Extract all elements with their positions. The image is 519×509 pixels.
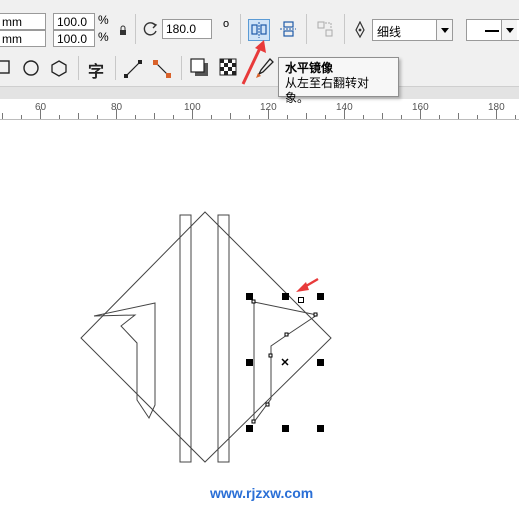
rotation-angle-field[interactable]: 180.0 (162, 19, 212, 39)
outline-width-value: 细线 (377, 25, 402, 39)
object-height-field[interactable]: mm (0, 30, 46, 47)
ellipse-tool-icon[interactable] (22, 59, 40, 77)
ruler-label: 180 (488, 102, 505, 113)
ruler-label: 120 (260, 102, 277, 113)
separator (135, 14, 136, 44)
align-distribute-button[interactable] (315, 19, 337, 41)
connector-tool-icon[interactable] (152, 59, 172, 79)
outline-width-dropdown[interactable]: 细线 (372, 19, 453, 41)
ruler-label: 100 (184, 102, 201, 113)
text-tool-icon[interactable]: 字 (88, 58, 104, 82)
mirror-vertical-icon (280, 21, 296, 37)
mirror-horizontal-icon (251, 22, 267, 38)
horizontal-ruler[interactable]: 60 80 100 120 140 160 180 (0, 99, 519, 120)
scale-x-field[interactable]: 100.0 (53, 13, 95, 30)
scale-y-percent: % (98, 30, 109, 44)
separator (115, 56, 116, 80)
separator (181, 56, 182, 80)
mirror-tooltip: 水平镜像 从左至右翻转对象。 (278, 57, 399, 105)
lock-ratio-icon[interactable] (118, 24, 128, 36)
chevron-down-icon[interactable] (436, 20, 452, 40)
transparency-tool-icon[interactable] (219, 58, 237, 76)
ruler-label: 160 (412, 102, 429, 113)
mirror-vertical-button[interactable] (278, 19, 300, 41)
separator (306, 14, 307, 44)
outline-pen-icon[interactable] (353, 20, 367, 39)
center-marker (281, 358, 289, 366)
tooltip-description: 从左至右翻转对象。 (285, 76, 370, 105)
line-style-preview (485, 30, 499, 32)
degree-symbol: o (223, 18, 230, 30)
red-annotation-arrow (241, 40, 266, 85)
chevron-down-icon[interactable] (501, 20, 517, 40)
drop-shadow-tool-icon[interactable] (190, 58, 210, 78)
polygon-tool-icon[interactable] (50, 59, 68, 77)
align-icon (317, 21, 333, 37)
scale-y-field[interactable]: 100.0 (53, 30, 95, 47)
ruler-label: 60 (35, 102, 47, 113)
line-tool-icon[interactable] (123, 59, 143, 79)
rectangle-tool-icon[interactable] (0, 60, 12, 76)
tooltip-title: 水平镜像 (285, 61, 334, 75)
line-style-dropdown[interactable] (466, 19, 519, 41)
rotate-icon (143, 21, 159, 37)
watermark: www.rjzxw.com (210, 485, 314, 501)
object-width-field[interactable]: mm (0, 13, 46, 30)
selection-handles[interactable] (0, 120, 519, 509)
ruler-label: 80 (111, 102, 123, 113)
separator (78, 56, 79, 80)
scale-x-percent: % (98, 13, 109, 27)
separator (344, 14, 345, 44)
red-annotation-arrow (296, 277, 319, 292)
drawing-canvas[interactable] (0, 120, 519, 509)
